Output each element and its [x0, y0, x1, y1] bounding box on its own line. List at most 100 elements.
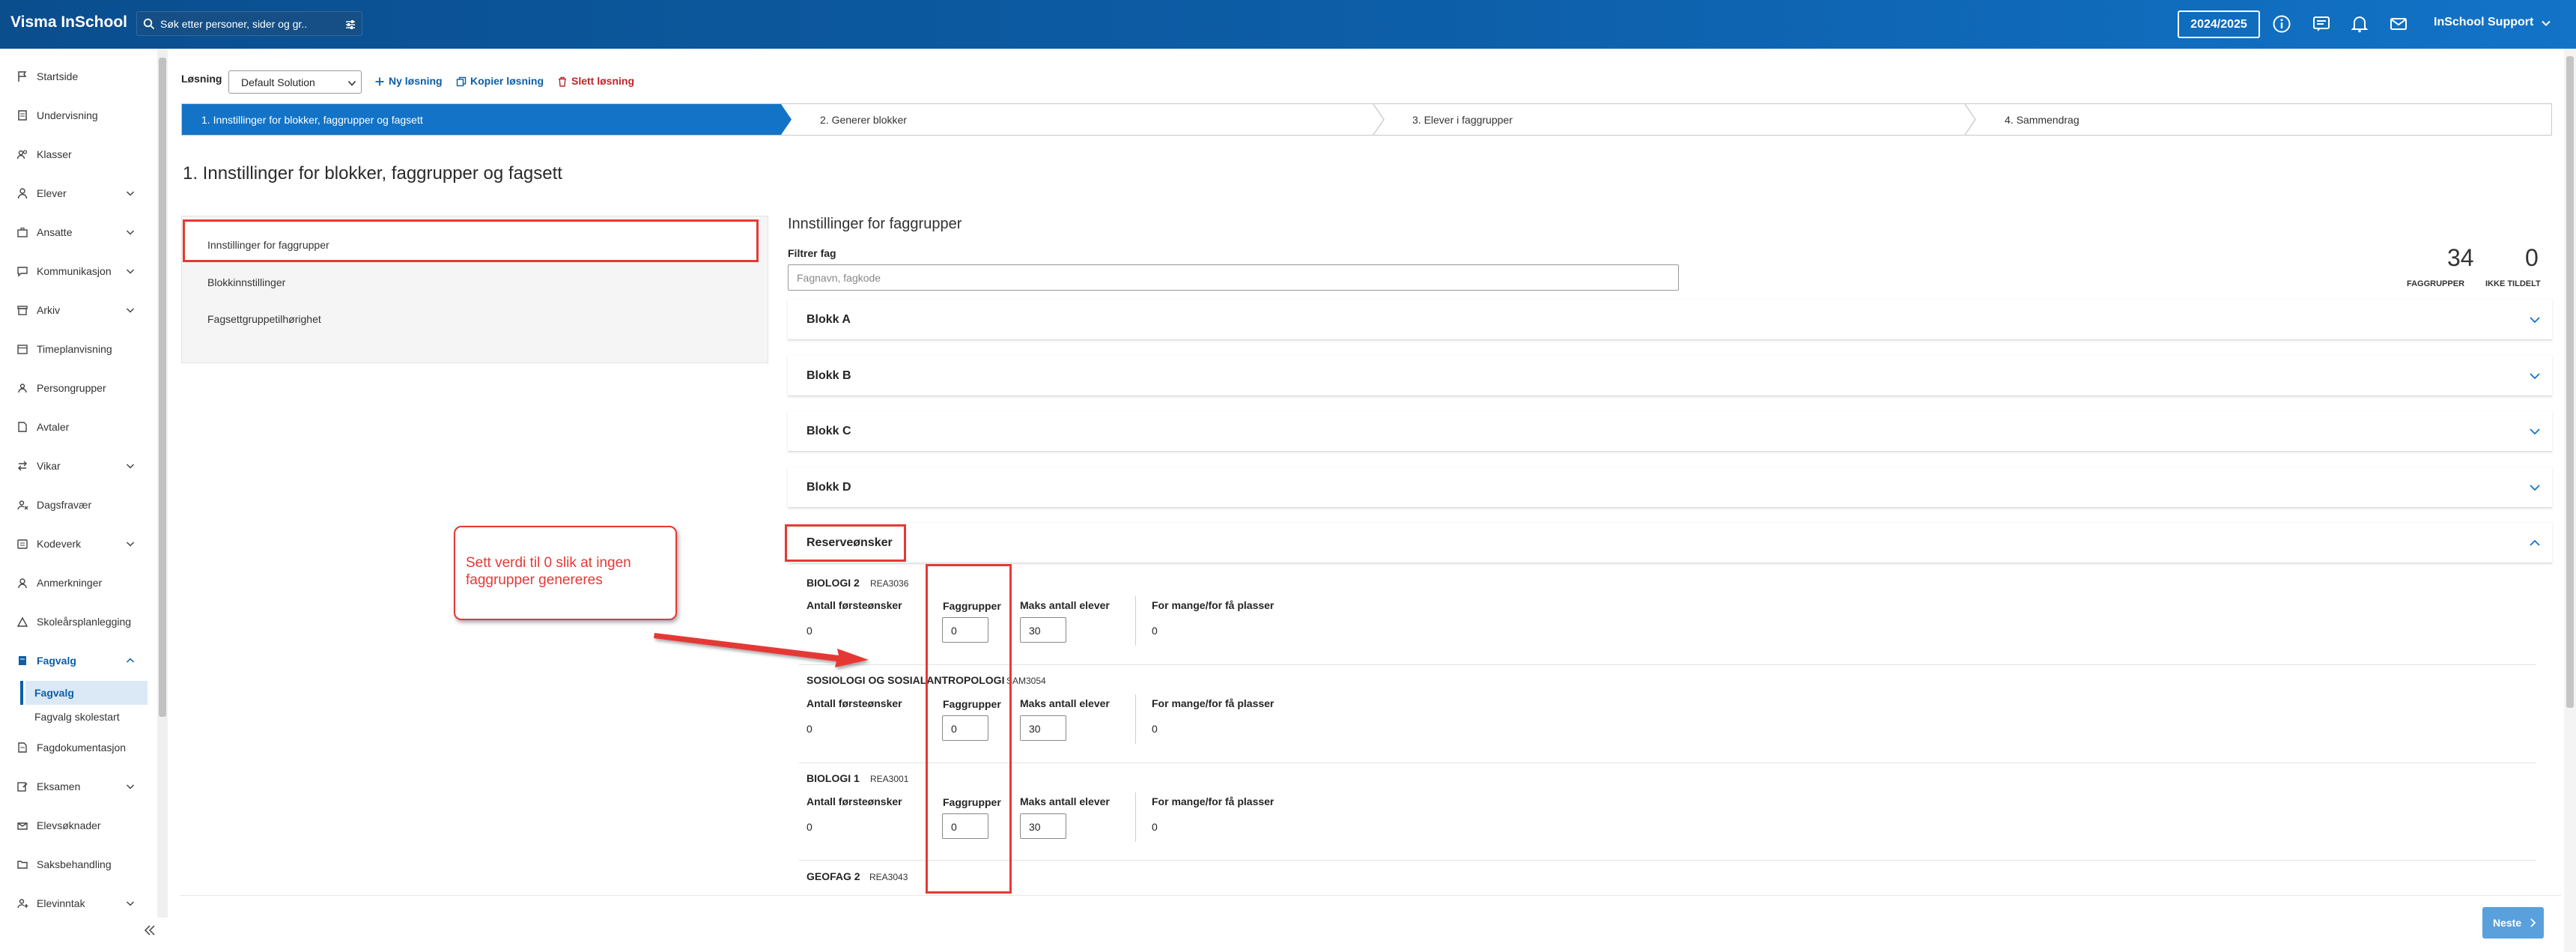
sidebar-item-startside[interactable]: Startside: [0, 62, 154, 91]
sidebar-item-elevinntak[interactable]: Elevinntak: [0, 889, 154, 918]
delete-solution-button[interactable]: Slett løsning: [557, 75, 634, 87]
plan-icon: [16, 616, 28, 628]
sidebar-item-vikar[interactable]: Vikar: [0, 452, 154, 480]
page-scrollbar[interactable]: [2564, 49, 2576, 952]
block-reserveonsker[interactable]: Reserveønsker: [788, 523, 2552, 563]
scrollbar-thumb[interactable]: [159, 58, 166, 717]
app-brand[interactable]: Visma InSchool: [10, 13, 127, 31]
step-label: 3. Elever i faggrupper: [1412, 114, 1513, 126]
sidebar-item-label: Elevinntak: [37, 897, 85, 909]
global-search[interactable]: Søk etter personer, sider og gr..: [136, 11, 362, 36]
max-students-input[interactable]: 30: [1020, 813, 1066, 839]
scrollbar-thumb[interactable]: [2566, 56, 2574, 708]
max-students-input[interactable]: 30: [1020, 715, 1066, 741]
sidebar-item-ansatte[interactable]: Ansatte: [0, 218, 154, 246]
step-1[interactable]: 1. Innstillinger for blokker, faggrupper…: [182, 104, 781, 135]
sidebar-item-eksamen[interactable]: Eksamen: [0, 772, 154, 801]
col-first-choices: Antall førsteønsker: [806, 599, 902, 611]
max-students-input[interactable]: 30: [1020, 617, 1066, 643]
chevron-down-icon[interactable]: [2541, 18, 2551, 28]
message-icon[interactable]: [2312, 14, 2331, 34]
sidebar-item-saksbehandling[interactable]: Saksbehandling: [0, 850, 154, 879]
remark-icon: [16, 577, 28, 589]
step-4[interactable]: 4. Sammendrag: [1985, 104, 2547, 135]
sidebar-item-label: Undervisning: [37, 109, 98, 121]
sidebar-item-dagsfravaer[interactable]: Dagsfravær: [0, 491, 154, 519]
subject-code: REA3001: [870, 774, 909, 784]
book-icon: [16, 655, 28, 667]
info-icon[interactable]: [2272, 14, 2291, 34]
sidebar-item-timeplanvisning[interactable]: Timeplanvisning: [0, 335, 154, 363]
sidebar-item-label: Kodeverk: [37, 538, 82, 550]
search-input[interactable]: Søk etter personer, sider og gr..: [160, 18, 307, 30]
solution-select[interactable]: Default Solution: [228, 70, 362, 94]
block-a[interactable]: Blokk A: [788, 300, 2552, 340]
application-icon: [16, 819, 28, 831]
absence-icon: [16, 499, 28, 511]
sidebar-item-fagvalg[interactable]: Fagvalg: [0, 646, 154, 675]
chevron-right-icon: [2530, 918, 2536, 927]
school-year-selector[interactable]: 2024/2025: [2178, 10, 2260, 38]
archive-icon: [16, 304, 28, 316]
annotation-text: Sett verdi til 0 slik at ingen faggruppe…: [466, 555, 631, 588]
delete-solution-label: Slett løsning: [571, 75, 634, 87]
sidebar-item-arkiv[interactable]: Arkiv: [0, 296, 154, 324]
sidebar-item-fagdokumentasjon[interactable]: Fagdokumentasjon: [0, 733, 154, 762]
solution-select-value: Default Solution: [241, 76, 315, 88]
sidebar-item-skolearsplanlegging[interactable]: Skoleårsplanlegging: [0, 607, 154, 636]
sidebar-item-label: Arkiv: [37, 304, 61, 316]
sidebar-item-label: Fagdokumentasjon: [37, 742, 127, 754]
briefcase-icon: [16, 226, 28, 238]
sidebar-item-label: Anmerkninger: [37, 577, 103, 589]
sidebar-subitem-fagvalg[interactable]: Fagvalg: [20, 681, 148, 705]
copy-solution-button[interactable]: Kopier løsning: [456, 75, 544, 87]
sidebar-item-avtaler[interactable]: Avtaler: [0, 413, 154, 441]
subject-code: SAM3054: [1006, 676, 1046, 686]
filter-icon[interactable]: [344, 19, 356, 31]
filter-input[interactable]: Fagnavn, fagkode: [788, 264, 1679, 291]
block-c[interactable]: Blokk C: [788, 411, 2552, 452]
sidebar-item-elevsoknader[interactable]: Elevsøknader: [0, 811, 154, 840]
collapse-sidebar-icon[interactable]: [143, 924, 157, 937]
block-b[interactable]: Blokk B: [788, 356, 2552, 396]
sidebar-item-kommunikasjon[interactable]: Kommunikasjon: [0, 257, 154, 285]
sidebar-item-label: Startside: [37, 70, 79, 82]
new-solution-button[interactable]: Ny løsning: [374, 75, 443, 87]
document-icon: [16, 421, 28, 433]
sidebar-item-undervisning[interactable]: Undervisning: [0, 101, 154, 130]
sidebar-item-persongrupper[interactable]: Persongrupper: [0, 374, 154, 402]
stat-ikke-tildelt-value: 0: [2525, 244, 2539, 271]
chevron-down-icon: [2530, 485, 2540, 491]
sidebar-item-label: Elever: [37, 187, 67, 199]
max-students-input-value: 30: [1029, 723, 1041, 735]
sidebar-item-label: Klasser: [37, 148, 72, 160]
divider: [1135, 694, 1136, 744]
step-2[interactable]: 2. Generer blokker: [801, 104, 1385, 135]
sidebar-item-elever[interactable]: Elever: [0, 179, 154, 207]
step-3[interactable]: 3. Elever i faggrupper: [1393, 104, 1969, 135]
flag-icon: [16, 70, 28, 82]
step-arrow: [1373, 104, 1385, 135]
row-divider: [799, 664, 2536, 665]
sidebar-item-klasser[interactable]: Klasser: [0, 140, 154, 169]
sidebar-scrollbar[interactable]: [157, 49, 168, 918]
bell-icon[interactable]: [2350, 14, 2369, 34]
sidebar-subitem-label: Fagvalg: [34, 687, 74, 699]
sidebar-item-anmerkninger[interactable]: Anmerkninger: [0, 569, 154, 597]
block-d[interactable]: Blokk D: [788, 467, 2552, 508]
sidebar-item-kodeverk[interactable]: Kodeverk: [0, 530, 154, 558]
menu-item-fagsettgruppe[interactable]: Fagsettgruppetilhørighet: [207, 313, 321, 325]
user-menu[interactable]: InSchool Support: [2434, 16, 2533, 29]
mail-icon[interactable]: [2389, 14, 2408, 34]
users-icon: [16, 148, 28, 160]
new-solution-label: Ny løsning: [389, 75, 443, 87]
divider: [1135, 792, 1136, 842]
sidebar-subitem-fagvalg-skolestart[interactable]: Fagvalg skolestart: [25, 705, 148, 729]
chevron-down-icon: [2530, 428, 2540, 435]
first-choices-value: 0: [806, 723, 812, 735]
solution-label: Løsning: [181, 73, 222, 85]
menu-item-blokkinnstillinger[interactable]: Blokkinnstillinger: [207, 276, 285, 288]
stat-faggrupper-label: FAGGRUPPER: [2407, 279, 2465, 288]
next-button[interactable]: Neste: [2482, 907, 2544, 939]
chevron-up-icon: [2530, 539, 2540, 546]
